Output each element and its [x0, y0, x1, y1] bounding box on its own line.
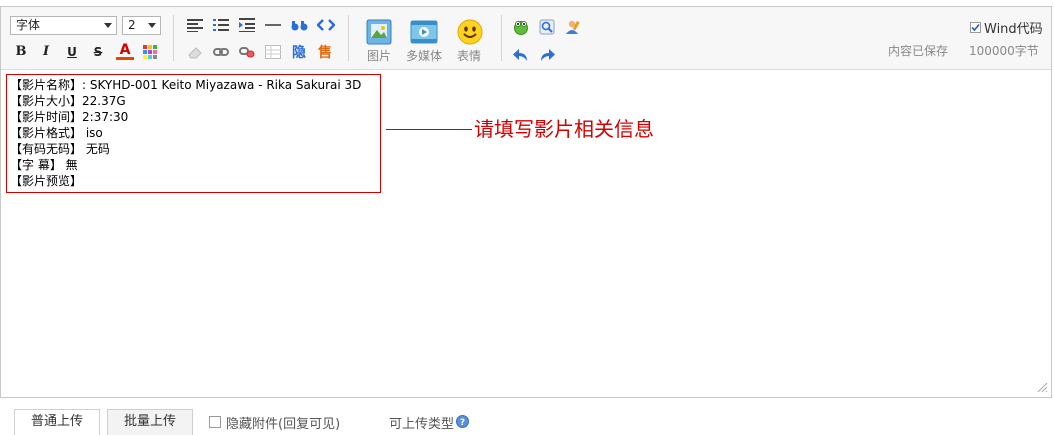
table-icon — [265, 45, 281, 59]
underline-button[interactable]: U — [63, 43, 81, 61]
insert-image-button[interactable] — [366, 19, 392, 45]
info-line-censor: 【有码无码】 无码 — [10, 142, 110, 156]
smiley-icon — [457, 19, 482, 44]
media-icon — [410, 20, 438, 44]
font-family-value: 字体 — [16, 18, 41, 32]
indent-button[interactable] — [238, 17, 256, 33]
horizontal-rule-icon — [265, 24, 281, 26]
resize-grip-icon — [1037, 382, 1048, 393]
info-line-title: 【影片名称】: SKYHD-001 Keito Miyazawa - Rika … — [10, 78, 362, 92]
font-size-select[interactable]: 2 — [122, 16, 161, 35]
info-line-subtitle: 【字 幕】 無 — [10, 158, 78, 172]
char-count: 100000字节 — [969, 44, 1039, 58]
remove-format-button[interactable] — [186, 44, 204, 60]
insert-emoji-button[interactable] — [456, 18, 483, 45]
insert-media-button[interactable] — [410, 19, 438, 45]
chevron-down-icon — [148, 23, 156, 28]
strikethrough-button[interactable]: S — [89, 43, 107, 61]
rich-text-editor: 字体 2 B I U S A 隐 售 图片 多媒体 表情 Wind代码 内容已保… — [0, 6, 1052, 398]
allowed-types-label: 可上传类型 — [389, 417, 455, 432]
info-line-duration: 【影片时间】2:37:30 — [10, 110, 129, 124]
hide-attachment-label: 隐藏附件(回复可见) — [226, 417, 341, 432]
undo-button[interactable] — [512, 46, 530, 64]
toolbar-separator — [348, 15, 349, 61]
palette-icon — [143, 45, 157, 59]
link-button[interactable] — [212, 44, 230, 60]
image-icon — [366, 19, 392, 45]
toolbar-separator — [501, 15, 502, 61]
ordered-list-button[interactable] — [212, 17, 230, 33]
info-line-preview: 【影片预览】 — [10, 174, 83, 188]
undo-icon — [513, 49, 527, 61]
font-size-value: 2 — [128, 18, 136, 32]
svg-text:?: ? — [460, 418, 465, 428]
upload-bar: 普通上传 批量上传 隐藏附件(回复可见) 可上传类型 ? — [0, 397, 1054, 435]
link-icon — [213, 48, 229, 56]
resize-handle[interactable] — [1036, 381, 1048, 393]
font-family-select[interactable]: 字体 — [10, 16, 117, 35]
editor-content[interactable]: 【影片名称】: SKYHD-001 Keito Miyazawa - Rika … — [1, 70, 1051, 396]
tab-batch-upload[interactable]: 批量上传 — [107, 409, 193, 435]
code-icon — [317, 19, 335, 31]
insert-image-label: 图片 — [366, 49, 391, 63]
hide-content-button[interactable]: 隐 — [290, 43, 308, 61]
toolbar-separator — [173, 15, 174, 61]
frog-button[interactable] — [512, 18, 530, 36]
user-tool-button[interactable] — [564, 18, 582, 36]
background-color-button[interactable] — [142, 44, 158, 60]
insert-emoji-label: 表情 — [456, 49, 481, 63]
ordered-list-icon — [213, 19, 229, 31]
eraser-icon — [188, 47, 202, 59]
unlink-button[interactable] — [238, 44, 256, 60]
search-replace-button[interactable] — [538, 18, 556, 36]
annotation-text: 请填写影片相关信息 — [474, 117, 654, 141]
indent-icon — [239, 18, 255, 32]
editor-toolbar: 字体 2 B I U S A 隐 售 图片 多媒体 表情 Wind代码 内容已保… — [1, 7, 1051, 70]
tab-normal-upload[interactable]: 普通上传 — [14, 409, 100, 435]
save-status: 内容已保存 — [888, 44, 949, 58]
hide-attachment-checkbox[interactable] — [209, 416, 221, 428]
table-button[interactable] — [264, 44, 282, 60]
movie-info-box: 【影片名称】: SKYHD-001 Keito Miyazawa - Rika … — [6, 74, 381, 193]
frog-icon — [514, 21, 528, 35]
checkmark-icon — [971, 23, 980, 32]
align-button[interactable] — [186, 17, 204, 33]
info-line-format: 【影片格式】 iso — [10, 126, 103, 140]
user-edit-icon — [566, 20, 580, 34]
quote-button[interactable] — [290, 17, 310, 33]
annotation-pointer-line — [386, 129, 472, 130]
wind-code-checkbox[interactable] — [970, 22, 981, 33]
insert-media-label: 多媒体 — [405, 49, 442, 63]
align-left-icon — [187, 19, 203, 32]
bold-button[interactable]: B — [12, 43, 30, 61]
help-icon: ? — [456, 415, 469, 428]
chevron-down-icon — [104, 23, 112, 28]
code-button[interactable] — [316, 17, 336, 33]
quote-icon — [291, 21, 308, 31]
unlink-icon — [239, 47, 255, 58]
font-color-button[interactable]: A — [116, 43, 134, 60]
horizontal-rule-button[interactable] — [264, 17, 282, 33]
redo-button[interactable] — [538, 46, 556, 64]
help-button[interactable]: ? — [456, 415, 469, 428]
italic-button[interactable]: I — [37, 43, 55, 61]
wind-code-label: Wind代码 — [984, 22, 1043, 37]
sell-content-button[interactable]: 售 — [316, 43, 334, 61]
redo-icon — [541, 49, 555, 61]
info-line-size: 【影片大小】22.37G — [10, 94, 126, 108]
magnifier-icon — [539, 19, 555, 35]
